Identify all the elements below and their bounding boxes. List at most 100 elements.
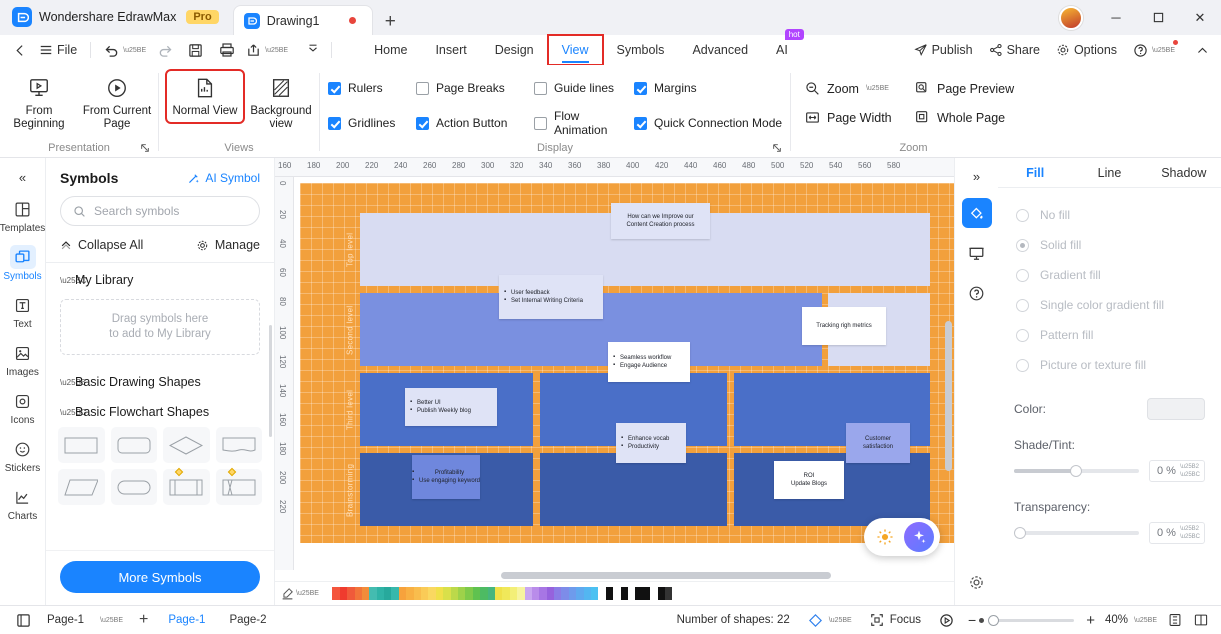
save-button[interactable]	[183, 37, 207, 63]
checkbox-guide-lines[interactable]: Guide lines	[534, 81, 634, 95]
document-tab[interactable]: Drawing1	[232, 5, 373, 35]
maximize-button[interactable]	[1137, 0, 1179, 35]
shape-rounded-rectangle[interactable]	[110, 427, 157, 463]
user-avatar[interactable]	[1059, 5, 1083, 30]
sticky-note-question[interactable]: How can we Improve our Content Creation …	[611, 203, 710, 239]
sidebar-item-text[interactable]: Text	[0, 286, 46, 334]
share-button[interactable]: Share	[982, 37, 1047, 63]
color-swatch[interactable]	[324, 587, 333, 600]
shape-parallelogram[interactable]	[58, 469, 105, 505]
from-current-page-button[interactable]: From Current Page	[78, 71, 156, 135]
color-swatch[interactable]	[384, 587, 392, 600]
color-swatch-button[interactable]	[1147, 398, 1205, 420]
section-my-library[interactable]: \u25BC My Library	[46, 263, 274, 289]
color-swatch[interactable]	[480, 587, 488, 600]
help-button[interactable]: \u25BE	[1126, 37, 1187, 63]
color-swatch[interactable]	[568, 587, 577, 600]
close-button[interactable]: ✕	[1179, 0, 1221, 35]
radio-picture-or-texture-fill[interactable]: Picture or texture fill	[998, 350, 1221, 380]
spinner-up-icon[interactable]: \u25B2	[1180, 464, 1200, 470]
zoom-out-button[interactable]: −	[964, 606, 980, 634]
collapse-panel-button[interactable]: «	[0, 164, 45, 190]
whole-page-button[interactable]: Whole Page	[915, 110, 1035, 125]
h-scroll-track[interactable]	[281, 572, 948, 579]
canvas-horizontal-scroll-thumb[interactable]	[501, 572, 831, 579]
color-swatch[interactable]	[576, 587, 584, 600]
zoom-level-caret-icon[interactable]: \u25BE	[1134, 617, 1157, 624]
more-symbols-button[interactable]: More Symbols	[60, 561, 260, 593]
theme-caret-icon[interactable]: \u25BE	[829, 617, 852, 624]
guide-lines-checkbox-box[interactable]	[534, 81, 547, 95]
color-swatch[interactable]	[354, 587, 362, 600]
symbols-panel-scrollbar[interactable]	[269, 325, 272, 437]
page-manager-button[interactable]	[8, 606, 39, 634]
collapse-ribbon-button[interactable]	[1189, 37, 1215, 63]
color-swatch[interactable]	[591, 587, 599, 600]
color-swatch[interactable]	[554, 587, 562, 600]
gear-icon[interactable]	[968, 574, 985, 591]
tab-shadow[interactable]: Shadow	[1147, 166, 1221, 180]
color-swatch[interactable]	[332, 587, 340, 600]
minimize-button[interactable]: ─	[1095, 0, 1137, 35]
checkbox-quick-connection-mode[interactable]: Quick Connection Mode	[634, 109, 794, 137]
canvas-vertical-scroll-thumb[interactable]	[945, 321, 952, 471]
help-circle-icon[interactable]	[962, 278, 992, 308]
page-width-button[interactable]: Page Width	[805, 110, 915, 125]
ribbon-tab-ai[interactable]: AI hot	[762, 29, 804, 65]
sidebar-item-icons[interactable]: Icons	[0, 382, 46, 430]
page-tab-page-1[interactable]: Page-1	[156, 614, 217, 626]
color-swatch[interactable]	[627, 587, 636, 600]
tab-line[interactable]: Line	[1072, 166, 1146, 180]
my-library-drop-area[interactable]: Drag symbols here to add to My Library	[60, 299, 260, 355]
color-swatch[interactable]	[391, 587, 399, 600]
color-swatch[interactable]	[517, 587, 525, 600]
color-swatch[interactable]	[664, 587, 673, 600]
single-gradient-radio-dot[interactable]	[1016, 298, 1029, 312]
color-swatch[interactable]	[650, 587, 658, 600]
add-page-button[interactable]: +	[131, 606, 156, 634]
radio-no-fill[interactable]: No fill	[998, 200, 1221, 230]
sidebar-item-symbols[interactable]: Symbols	[0, 238, 46, 286]
color-swatch[interactable]	[509, 587, 518, 600]
color-swatch[interactable]	[450, 587, 458, 600]
transparency-spinner[interactable]: 0 % \u25B2 \u25BC	[1149, 522, 1205, 544]
focus-mode-button[interactable]: Focus	[862, 606, 929, 634]
zoom-level-dropdown[interactable]: 40% \u25BE	[1101, 606, 1161, 634]
page-dropdown-caret-icon[interactable]: \u25BE	[100, 617, 123, 624]
help-caret-icon[interactable]: \u25BE	[1152, 47, 1175, 54]
search-symbols-input[interactable]: Search symbols	[60, 196, 260, 226]
presentation-dialog-launcher[interactable]	[140, 143, 150, 153]
checkbox-margins[interactable]: Margins	[634, 81, 794, 95]
vertical-ruler[interactable]: 0 20 40 60 80 100 120 140 160 180 200 22…	[275, 177, 294, 570]
sticky-note-seamless-workflow[interactable]: Seamless workflow Engage Audience	[608, 342, 690, 382]
rulers-checkbox-box[interactable]	[328, 81, 341, 95]
undo-button[interactable]: \u25BE	[97, 37, 153, 63]
from-beginning-button[interactable]: From Beginning	[0, 71, 78, 135]
transparency-slider[interactable]	[1014, 527, 1139, 539]
theme-button[interactable]: \u25BE	[800, 606, 860, 634]
color-swatch[interactable]	[546, 587, 555, 600]
more-commands-button[interactable]	[301, 37, 325, 63]
section-basic-drawing-shapes[interactable]: \u25B6 Basic Drawing Shapes	[46, 365, 274, 391]
sticky-note-roi[interactable]: ROI Update Blogs	[774, 461, 844, 499]
color-swatch[interactable]	[494, 587, 503, 600]
radio-gradient-fill[interactable]: Gradient fill	[998, 260, 1221, 290]
margins-checkbox-box[interactable]	[634, 81, 647, 95]
color-swatch[interactable]	[347, 587, 355, 600]
ribbon-tab-home[interactable]: Home	[360, 35, 421, 65]
sticky-note-enhance-vocab[interactable]: Enhance vocab Productivity	[616, 423, 686, 463]
ribbon-tab-view[interactable]: View	[546, 34, 604, 66]
no-fill-radio-dot[interactable]	[1016, 208, 1029, 222]
color-swatch[interactable]	[657, 587, 665, 600]
quick-connection-checkbox-box[interactable]	[634, 116, 647, 130]
checkbox-rulers[interactable]: Rulers	[328, 81, 416, 95]
color-swatch[interactable]	[339, 587, 348, 600]
light-bulb-icon[interactable]	[870, 522, 900, 552]
gradient-fill-radio-dot[interactable]	[1016, 268, 1029, 282]
expand-right-panel-button[interactable]: »	[973, 164, 980, 188]
color-swatch[interactable]	[413, 587, 422, 600]
color-swatch[interactable]	[635, 587, 643, 600]
display-dialog-launcher[interactable]	[772, 143, 782, 153]
shape-internal-storage[interactable]	[215, 467, 262, 505]
checkbox-page-breaks[interactable]: Page Breaks	[416, 81, 534, 95]
